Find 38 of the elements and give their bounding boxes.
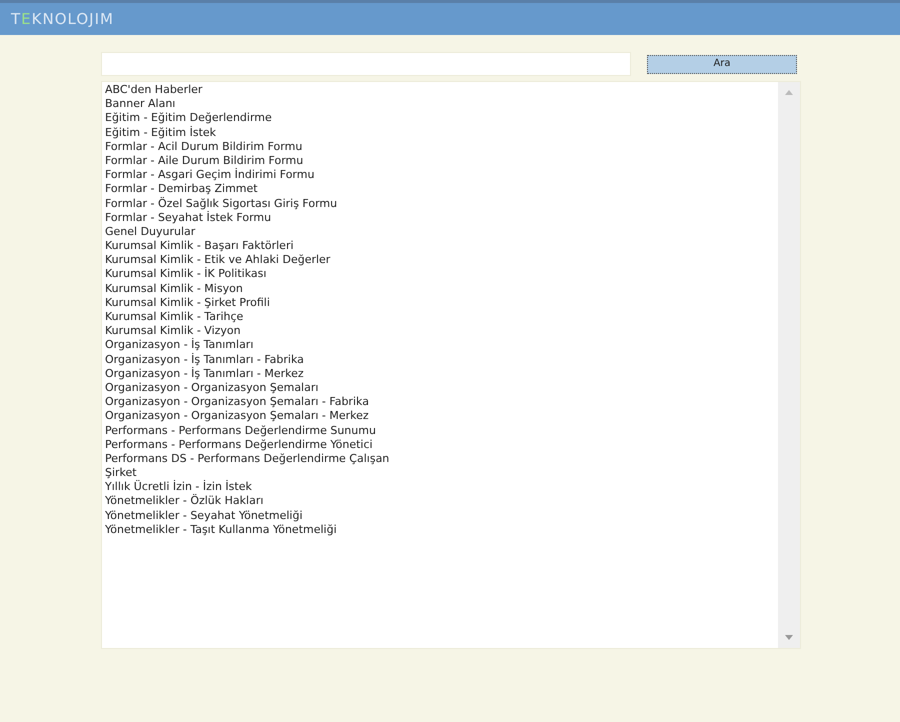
list-item[interactable]: Organizasyon - İş Tanımları - Merkez — [105, 366, 778, 381]
list-item[interactable]: Kurumsal Kimlik - İK Politikası — [105, 267, 778, 282]
search-field[interactable] — [101, 52, 631, 76]
list-item[interactable]: Performans - Performans Değerlendirme Sunumu — [105, 424, 778, 438]
list-item[interactable]: Formlar - Aile Durum Bildirim Formu — [105, 154, 778, 168]
logo: TEKNOLOJIM — [11, 12, 114, 26]
list-item[interactable]: Banner Alanı — [105, 97, 778, 112]
scroll-up-icon[interactable] — [785, 90, 793, 95]
list-item[interactable]: Kurumsal Kimlik - Şirket Profili — [105, 296, 778, 310]
list-item[interactable]: Organizasyon - İş Tanımları - Fabrika — [105, 352, 778, 367]
list-item[interactable]: Yönetmelikler - Özlük Hakları — [105, 494, 778, 509]
scrollbar[interactable] — [778, 82, 800, 648]
list-item[interactable]: Eğitim - Eğitim İstek — [105, 126, 778, 140]
list-item[interactable]: Kurumsal Kimlik - Etik ve Ahlaki Değerler — [105, 253, 778, 268]
list-item[interactable]: Formlar - Acil Durum Bildirim Formu — [105, 140, 778, 154]
list-item[interactable]: Formlar - Seyahat İstek Formu — [105, 210, 778, 225]
list-item[interactable]: Kurumsal Kimlik - Vizyon — [105, 324, 778, 338]
search-button[interactable]: Ara — [647, 54, 797, 74]
list-item[interactable]: Organizasyon - Organizasyon Şemaları - Merkez — [105, 409, 778, 424]
list-item[interactable]: Yönetmelikler - Taşıt Kullanma Yönetmeliği — [105, 522, 778, 537]
list-item[interactable]: Şirket — [105, 466, 778, 480]
list-item[interactable]: Formlar - Özel Sağlık Sigortası Giriş Formu — [105, 196, 778, 211]
list-item[interactable]: Kurumsal Kimlik - Tarihçe — [105, 310, 778, 324]
list-item[interactable]: Genel Duyurular — [105, 224, 778, 240]
list-item[interactable]: Performans - Performans Değerlendirme Yönetici — [105, 438, 778, 452]
list-item[interactable]: Organizasyon - Organizasyon Şemaları - Fabrika — [105, 395, 778, 410]
list-item[interactable]: Kurumsal Kimlik - Başarı Faktörleri — [105, 239, 778, 254]
list-item[interactable]: Eğitim - Eğitim Değerlendirme — [105, 111, 778, 126]
list-item[interactable]: Organizasyon - İş Tanımları — [105, 338, 778, 353]
list-item[interactable]: ABC'den Haberler — [105, 83, 778, 98]
list-item[interactable]: Formlar - Demirbaş Zimmet — [105, 182, 778, 196]
list-item[interactable]: Yıllık Ücretli İzin - İzin İstek — [105, 480, 778, 494]
scroll-down-icon[interactable] — [785, 635, 793, 640]
list-item[interactable]: Formlar - Asgari Geçim İndirimi Formu — [105, 168, 778, 182]
list-item[interactable]: Organizasyon - Organizasyon Şemaları — [105, 380, 778, 396]
list-item[interactable]: Yönetmelikler - Seyahat Yönetmeliği — [105, 508, 778, 523]
list-item[interactable]: Performans DS - Performans Değerlendirme Çalışan — [105, 452, 778, 466]
list-item[interactable]: Kurumsal Kimlik - Misyon — [105, 282, 778, 296]
